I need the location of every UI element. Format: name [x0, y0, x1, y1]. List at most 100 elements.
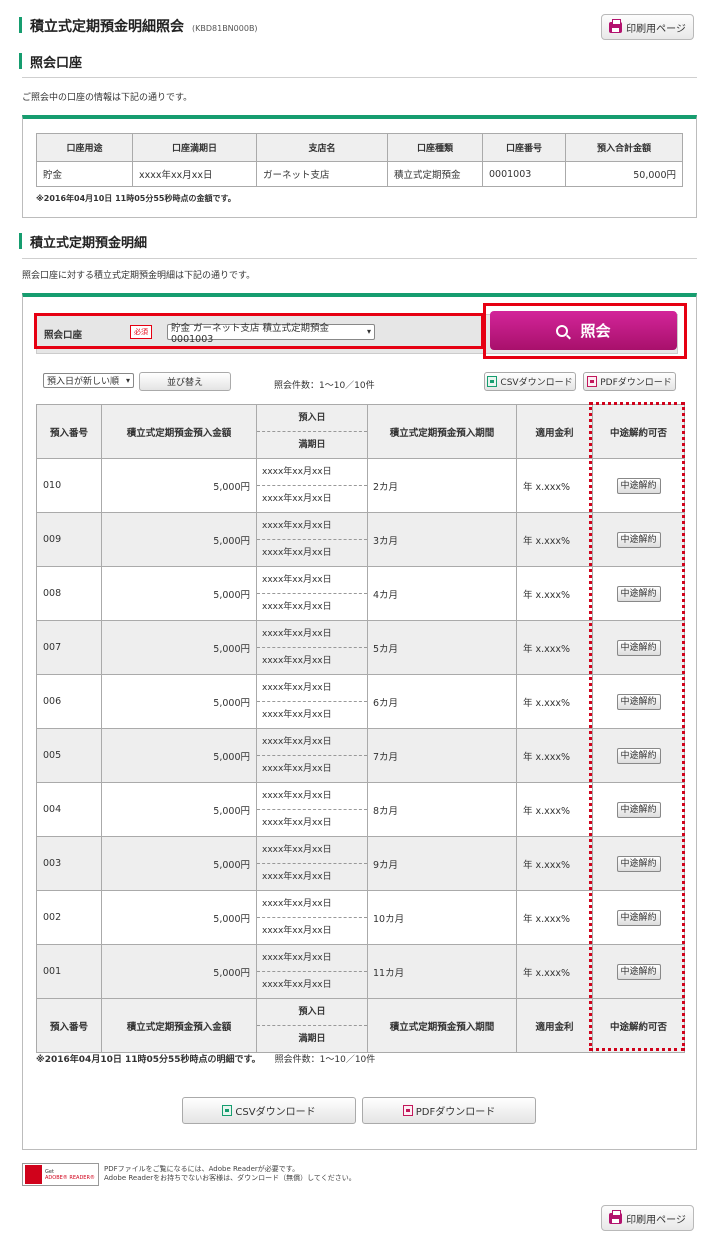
table-row: 002 5,000円 xxxx年xx月xx日 xxxx年xx月xx日 10カ月年 x.x…: [36, 890, 685, 945]
table-row: 009 5,000円 xxxx年xx月xx日 xxxx年xx月xx日 3カ月年 x.xx…: [36, 512, 685, 567]
sort-button[interactable]: 並び替え: [139, 372, 231, 391]
adobe-icon: [25, 1165, 42, 1184]
printer-icon: [609, 1209, 623, 1224]
interest-rate: 年 x.xxx%: [516, 944, 593, 999]
detail-table-header: 預入番号 積立式定期預金預入金額 預入日 満期日 積立式定期預金預入期間 適用金利…: [36, 404, 685, 459]
date-cell: xxxx年xx月xx日 xxxx年xx月xx日: [256, 890, 368, 945]
deposit-amount: 5,000円: [101, 512, 257, 567]
printer-icon: [609, 18, 623, 33]
search-icon: [556, 324, 572, 339]
date-cell: xxxx年xx月xx日 xxxx年xx月xx日: [256, 728, 368, 783]
account-panel: 口座用途 口座満期日 支店名 口座種類 口座番号 預入合計金額 貯金 xxxx年…: [22, 115, 697, 218]
query-button[interactable]: 照会: [490, 311, 677, 350]
deposit-period: 11カ月: [367, 944, 517, 999]
deposit-date: xxxx年xx月xx日: [257, 837, 367, 864]
detail-table-footer: 預入番号 積立式定期預金預入金額 預入日 満期日 積立式定期預金預入期間 適用金利…: [36, 998, 685, 1053]
page-title: 積立式定期預金明細照会 (KBD81BN000B): [19, 16, 422, 36]
print-page-button-bottom[interactable]: 印刷用ページ: [601, 1205, 694, 1231]
deposit-number: 007: [36, 620, 102, 675]
date-cell: xxxx年xx月xx日 xxxx年xx月xx日: [256, 944, 368, 999]
csv-download-button[interactable]: CSVダウンロード: [484, 372, 576, 391]
table-row: 004 5,000円 xxxx年xx月xx日 xxxx年xx月xx日 8カ月年 x.xx…: [36, 782, 685, 837]
table-row: 007 5,000円 xxxx年xx月xx日 xxxx年xx月xx日 5カ月年 x.xx…: [36, 620, 685, 675]
detail-table: 預入番号 積立式定期預金預入金額 預入日 満期日 積立式定期預金預入期間 適用金利…: [36, 404, 685, 1053]
deposit-number: 010: [36, 458, 102, 513]
deposit-amount: 5,000円: [101, 836, 257, 891]
date-cell: xxxx年xx月xx日 xxxx年xx月xx日: [256, 512, 368, 567]
deposit-amount: 5,000円: [101, 674, 257, 729]
date-cell: xxxx年xx月xx日 xxxx年xx月xx日: [256, 836, 368, 891]
deposit-amount: 5,000円: [101, 566, 257, 621]
account-section-title: 照会口座: [19, 52, 82, 71]
deposit-period: 8カ月: [367, 782, 517, 837]
deposit-date: xxxx年xx月xx日: [257, 783, 367, 810]
maturity-date: xxxx年xx月xx日: [262, 547, 332, 558]
interest-rate: 年 x.xxx%: [516, 890, 593, 945]
deposit-date: xxxx年xx月xx日: [257, 621, 367, 648]
chevron-down-icon: ▾: [125, 376, 130, 385]
pdf-file-icon: [587, 376, 598, 387]
maturity-date: xxxx年xx月xx日: [262, 925, 332, 936]
deposit-amount: 5,000円: [101, 944, 257, 999]
deposit-period: 5カ月: [367, 620, 517, 675]
date-cell: xxxx年xx月xx日 xxxx年xx月xx日: [256, 620, 368, 675]
deposit-number: 003: [36, 836, 102, 891]
csv-file-icon: [222, 1105, 233, 1116]
detail-section-title: 積立式定期預金明細: [19, 232, 147, 251]
maturity-date: xxxx年xx月xx日: [262, 871, 332, 882]
interest-rate: 年 x.xxx%: [516, 458, 593, 513]
pdf-download-button[interactable]: PDFダウンロード: [583, 372, 676, 391]
maturity-date: xxxx年xx月xx日: [262, 979, 332, 990]
table-row: 005 5,000円 xxxx年xx月xx日 xxxx年xx月xx日 7カ月年 x.xx…: [36, 728, 685, 783]
account-table-header: 口座用途 口座満期日 支店名 口座種類 口座番号 預入合計金額: [36, 133, 683, 162]
maturity-date: xxxx年xx月xx日: [262, 655, 332, 666]
maturity-date: xxxx年xx月xx日: [262, 601, 332, 612]
deposit-number: 005: [36, 728, 102, 783]
maturity-date: xxxx年xx月xx日: [262, 493, 332, 504]
interest-rate: 年 x.xxx%: [516, 674, 593, 729]
deposit-period: 10カ月: [367, 890, 517, 945]
deposit-number: 002: [36, 890, 102, 945]
date-cell: xxxx年xx月xx日 xxxx年xx月xx日: [256, 458, 368, 513]
account-intro: ご照会中の口座の情報は下記の通りです。: [22, 93, 193, 103]
bottom-pdf-download-button[interactable]: PDFダウンロード: [362, 1097, 536, 1124]
query-account-highlight: [34, 313, 484, 349]
print-page-button[interactable]: 印刷用ページ: [601, 14, 694, 40]
deposit-period: 9カ月: [367, 836, 517, 891]
table-row: 001 5,000円 xxxx年xx月xx日 xxxx年xx月xx日 11カ月年 x.x…: [36, 944, 685, 999]
table-row: 003 5,000円 xxxx年xx月xx日 xxxx年xx月xx日 9カ月年 x.xx…: [36, 836, 685, 891]
interest-rate: 年 x.xxx%: [516, 566, 593, 621]
table-row: 010 5,000円 xxxx年xx月xx日 xxxx年xx月xx日 2カ月年 x.xx…: [36, 458, 685, 513]
interest-rate: 年 x.xxx%: [516, 782, 593, 837]
deposit-date: xxxx年xx月xx日: [257, 459, 367, 486]
maturity-date: xxxx年xx月xx日: [262, 763, 332, 774]
maturity-date: xxxx年xx月xx日: [262, 817, 332, 828]
detail-intro: 照会口座に対する積立式定期預金明細は下記の通りです。: [22, 271, 256, 281]
cancel-column-highlight: [589, 402, 685, 1051]
deposit-number: 001: [36, 944, 102, 999]
bottom-csv-download-button[interactable]: CSVダウンロード: [182, 1097, 356, 1124]
deposit-amount: 5,000円: [101, 620, 257, 675]
deposit-amount: 5,000円: [101, 458, 257, 513]
adobe-note: PDFファイルをご覧になるには、Adobe Readerが必要です。 Adobe …: [104, 1165, 356, 1182]
deposit-date: xxxx年xx月xx日: [257, 945, 367, 972]
date-cell: xxxx年xx月xx日 xxxx年xx月xx日: [256, 674, 368, 729]
screen-id: (KBD81BN000B): [192, 24, 258, 33]
date-cell: xxxx年xx月xx日 xxxx年xx月xx日: [256, 566, 368, 621]
result-count: 照会件数：1〜10／10件: [274, 381, 375, 391]
deposit-date: xxxx年xx月xx日: [257, 567, 367, 594]
deposit-number: 009: [36, 512, 102, 567]
interest-rate: 年 x.xxx%: [516, 836, 593, 891]
pdf-file-icon: [402, 1105, 413, 1116]
deposit-date: xxxx年xx月xx日: [257, 891, 367, 918]
sort-select[interactable]: 預入日が新しい順 ▾: [43, 373, 134, 388]
deposit-period: 6カ月: [367, 674, 517, 729]
interest-rate: 年 x.xxx%: [516, 620, 593, 675]
account-table-row: 貯金 xxxx年xx月xx日 ガーネット支店 積立式定期預金 0001003 5…: [36, 161, 683, 187]
deposit-period: 7カ月: [367, 728, 517, 783]
account-table: 口座用途 口座満期日 支店名 口座種類 口座番号 預入合計金額 貯金 xxxx年…: [36, 133, 683, 187]
deposit-period: 4カ月: [367, 566, 517, 621]
adobe-reader-logo[interactable]: Get ADOBE® READER®: [22, 1163, 99, 1186]
table-row: 008 5,000円 xxxx年xx月xx日 xxxx年xx月xx日 4カ月年 x.xx…: [36, 566, 685, 621]
deposit-date: xxxx年xx月xx日: [257, 729, 367, 756]
